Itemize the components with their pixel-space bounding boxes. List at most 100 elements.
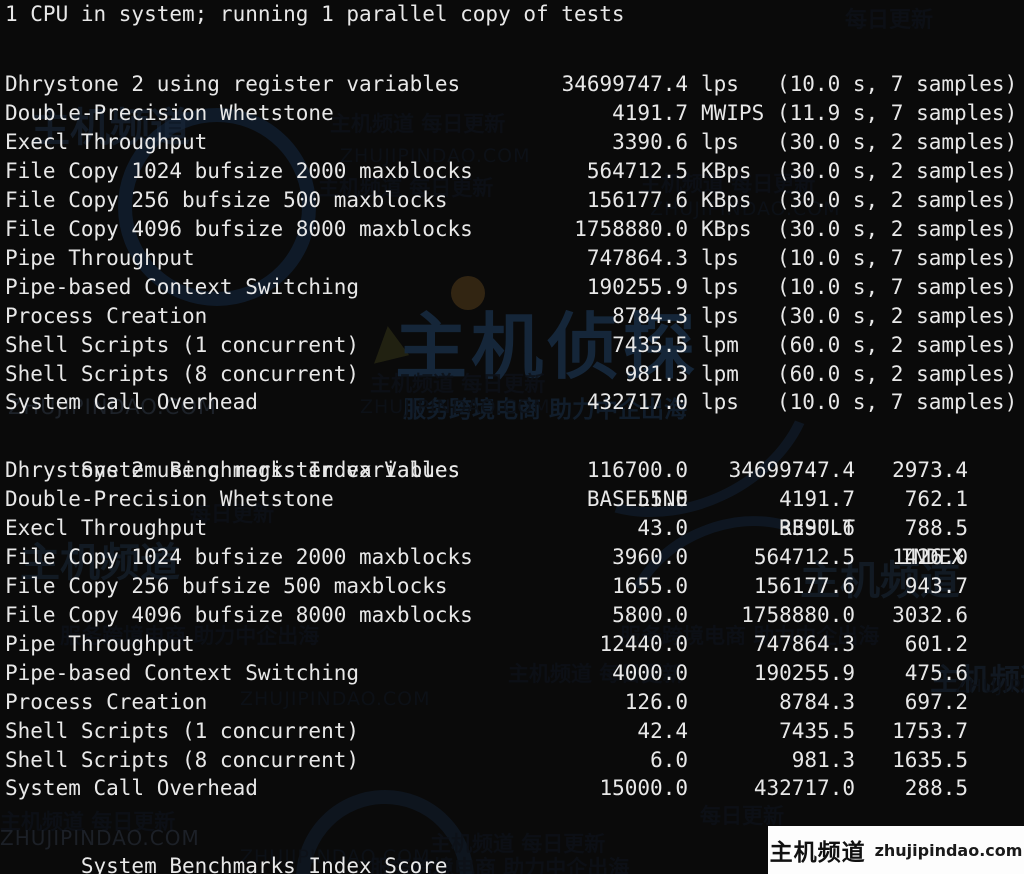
index-value-row: Shell Scripts (1 concurrent) 42.4 7435.5 17… xyxy=(5,717,1024,746)
index-value-name: Double-Precision Whetstone xyxy=(5,486,334,511)
raw-result-value: 34699747.4 xyxy=(561,72,688,96)
index-value-index: 1753.7 xyxy=(892,718,968,743)
raw-result-row: File Copy 256 bufsize 500 maxblocks 15617… xyxy=(5,186,1024,215)
raw-result-value: 3390.6 xyxy=(612,129,688,154)
index-value-result: 564712.5 xyxy=(753,544,855,569)
badge-brand-cn: 主机频道 xyxy=(769,840,866,866)
index-value-row: Execl Throughput 43.0 3390.6 788.5 xyxy=(5,514,1024,543)
raw-result-name: Pipe Throughput xyxy=(5,245,195,270)
index-score-label: System Benchmarks Index Score xyxy=(80,854,448,874)
index-value-result: 981.3 xyxy=(791,747,855,772)
index-value-row: File Copy 1024 bufsize 2000 maxblocks 396… xyxy=(5,543,1024,572)
raw-result-row: Shell Scripts (8 concurrent) 981.3 lpm (60.… xyxy=(5,360,1024,389)
index-value-result: 7435.5 xyxy=(779,718,855,743)
badge-url: zhujipindao.com xyxy=(874,840,1023,860)
raw-result-timing: (11.9 s, 7 samples) xyxy=(777,100,1018,125)
index-value-result: 34699747.4 xyxy=(728,458,855,482)
index-value-row: Pipe Throughput 12440.0 747864.3 601.2 xyxy=(5,630,1024,659)
raw-result-unit: MWIPS xyxy=(701,100,765,125)
index-value-name: Process Creation xyxy=(5,689,208,714)
raw-result-timing: (30.0 s, 2 samples) xyxy=(777,216,1018,241)
index-value-index: 1426.0 xyxy=(892,544,968,569)
index-values-header-row: System Benchmarks Index Values BASELINE … xyxy=(5,427,1024,569)
index-value-name: Pipe-based Context Switching xyxy=(5,660,360,685)
raw-result-timing: (30.0 s, 2 samples) xyxy=(777,158,1018,183)
raw-result-row: Pipe-based Context Switching 190255.9 lps (… xyxy=(5,273,1024,302)
raw-result-name: Shell Scripts (8 concurrent) xyxy=(5,361,360,386)
index-value-result: 1758880.0 xyxy=(741,602,855,627)
index-value-index: 697.2 xyxy=(904,689,968,714)
raw-result-value: 981.3 xyxy=(624,361,688,386)
raw-result-unit: lps xyxy=(701,274,739,299)
index-value-result: 4191.7 xyxy=(779,486,855,511)
raw-result-value: 432717.0 xyxy=(586,390,688,415)
raw-result-unit: lps xyxy=(701,129,739,154)
index-value-result: 190255.9 xyxy=(753,660,855,685)
site-watermark-badge: 主机频道 zhujipindao.com xyxy=(768,826,1024,874)
raw-result-unit: lps xyxy=(701,303,739,328)
raw-result-unit: lpm xyxy=(701,361,739,386)
raw-result-name: Dhrystone 2 using register variables xyxy=(5,72,461,96)
raw-result-value: 156177.6 xyxy=(586,187,688,212)
raw-result-unit: KBps xyxy=(701,158,752,183)
raw-result-unit: KBps xyxy=(701,187,752,212)
index-value-name: File Copy 1024 bufsize 2000 maxblocks xyxy=(5,544,473,569)
raw-result-value: 4191.7 xyxy=(612,100,688,125)
raw-result-value: 8784.3 xyxy=(612,303,688,328)
index-value-row: File Copy 256 bufsize 500 maxblocks 1655.… xyxy=(5,572,1024,601)
index-value-row: Process Creation 126.0 8784.3 697.2 xyxy=(5,688,1024,717)
raw-result-name: File Copy 1024 bufsize 2000 maxblocks xyxy=(5,158,473,183)
index-value-row: Double-Precision Whetstone 55.0 4191.7 762.… xyxy=(5,485,1024,514)
index-value-result: 3390.6 xyxy=(779,515,855,540)
raw-result-name: Process Creation xyxy=(5,303,208,328)
index-value-index: 788.5 xyxy=(904,515,968,540)
raw-result-name: System Call Overhead xyxy=(5,390,258,415)
raw-result-row: File Copy 4096 bufsize 8000 maxblocks 175… xyxy=(5,215,1024,244)
raw-result-timing: (30.0 s, 2 samples) xyxy=(777,129,1018,154)
raw-result-unit: lpm xyxy=(701,332,739,357)
raw-result-value: 190255.9 xyxy=(586,274,688,299)
index-value-result: 747864.3 xyxy=(753,631,855,656)
raw-result-unit: lps xyxy=(701,72,739,96)
index-value-index: 1635.5 xyxy=(892,747,968,772)
raw-result-row: Dhrystone 2 using register variables 3469… xyxy=(5,70,1024,99)
raw-result-row: Shell Scripts (1 concurrent) 7435.5 lpm (60… xyxy=(5,331,1024,360)
raw-result-name: File Copy 4096 bufsize 8000 maxblocks xyxy=(5,216,473,241)
raw-result-timing: (10.0 s, 7 samples) xyxy=(777,72,1018,96)
raw-result-value: 747864.3 xyxy=(586,245,688,270)
index-value-index: 943.7 xyxy=(904,573,968,598)
index-value-index: 3032.6 xyxy=(892,602,968,627)
index-value-name: File Copy 256 bufsize 500 maxblocks xyxy=(5,573,448,598)
index-value-name: Dhrystone 2 using register variables xyxy=(5,458,461,482)
index-value-result: 8784.3 xyxy=(779,689,855,714)
raw-result-timing: (60.0 s, 2 samples) xyxy=(777,332,1018,357)
raw-result-name: Shell Scripts (1 concurrent) xyxy=(5,332,360,357)
raw-result-value: 1758880.0 xyxy=(574,216,688,241)
raw-result-row: Pipe Throughput 747864.3 lps (10.0 s, 7 sam… xyxy=(5,244,1024,273)
index-value-index: 475.6 xyxy=(904,660,968,685)
index-value-index: 762.1 xyxy=(904,486,968,511)
raw-result-unit: KBps xyxy=(701,216,752,241)
index-value-row: File Copy 4096 bufsize 8000 maxblocks 580… xyxy=(5,601,1024,630)
raw-result-row: System Call Overhead 432717.0 lps (10.0 s, … xyxy=(5,388,1024,417)
raw-result-name: Execl Throughput xyxy=(5,129,208,154)
raw-result-timing: (10.0 s, 7 samples) xyxy=(777,390,1018,415)
raw-result-timing: (30.0 s, 2 samples) xyxy=(777,187,1018,212)
raw-result-unit: lps xyxy=(701,390,739,415)
cpu-header-line: 1 CPU in system; running 1 parallel copy… xyxy=(5,2,625,26)
raw-result-value: 564712.5 xyxy=(586,158,688,183)
index-value-name: Pipe Throughput xyxy=(5,631,195,656)
raw-result-name: File Copy 256 bufsize 500 maxblocks xyxy=(5,187,448,212)
index-value-name: Execl Throughput xyxy=(5,515,208,540)
index-value-name: Shell Scripts (1 concurrent) xyxy=(5,718,360,743)
raw-result-row: Process Creation 8784.3 lps (30.0 s, 2 samp… xyxy=(5,302,1024,331)
raw-result-timing: (60.0 s, 2 samples) xyxy=(777,361,1018,386)
index-value-row: Dhrystone 2 using register variables 1167… xyxy=(5,456,1024,485)
index-value-index: 2973.4 xyxy=(892,458,968,482)
raw-result-row: Double-Precision Whetstone 4191.7 MWIPS (11… xyxy=(5,99,1024,128)
terminal-screenshot: 主机侦探 每日更新 主机频道 主机频道 每日更新 主机频道 每日更新 ZHUJI… xyxy=(0,0,1024,874)
score-divider-row: ======== xyxy=(5,794,1024,849)
index-value-row: Shell Scripts (8 concurrent) 6.0 981.3 1635… xyxy=(5,746,1024,775)
raw-result-name: Pipe-based Context Switching xyxy=(5,274,360,299)
raw-result-row: File Copy 1024 bufsize 2000 maxblocks 564… xyxy=(5,157,1024,186)
